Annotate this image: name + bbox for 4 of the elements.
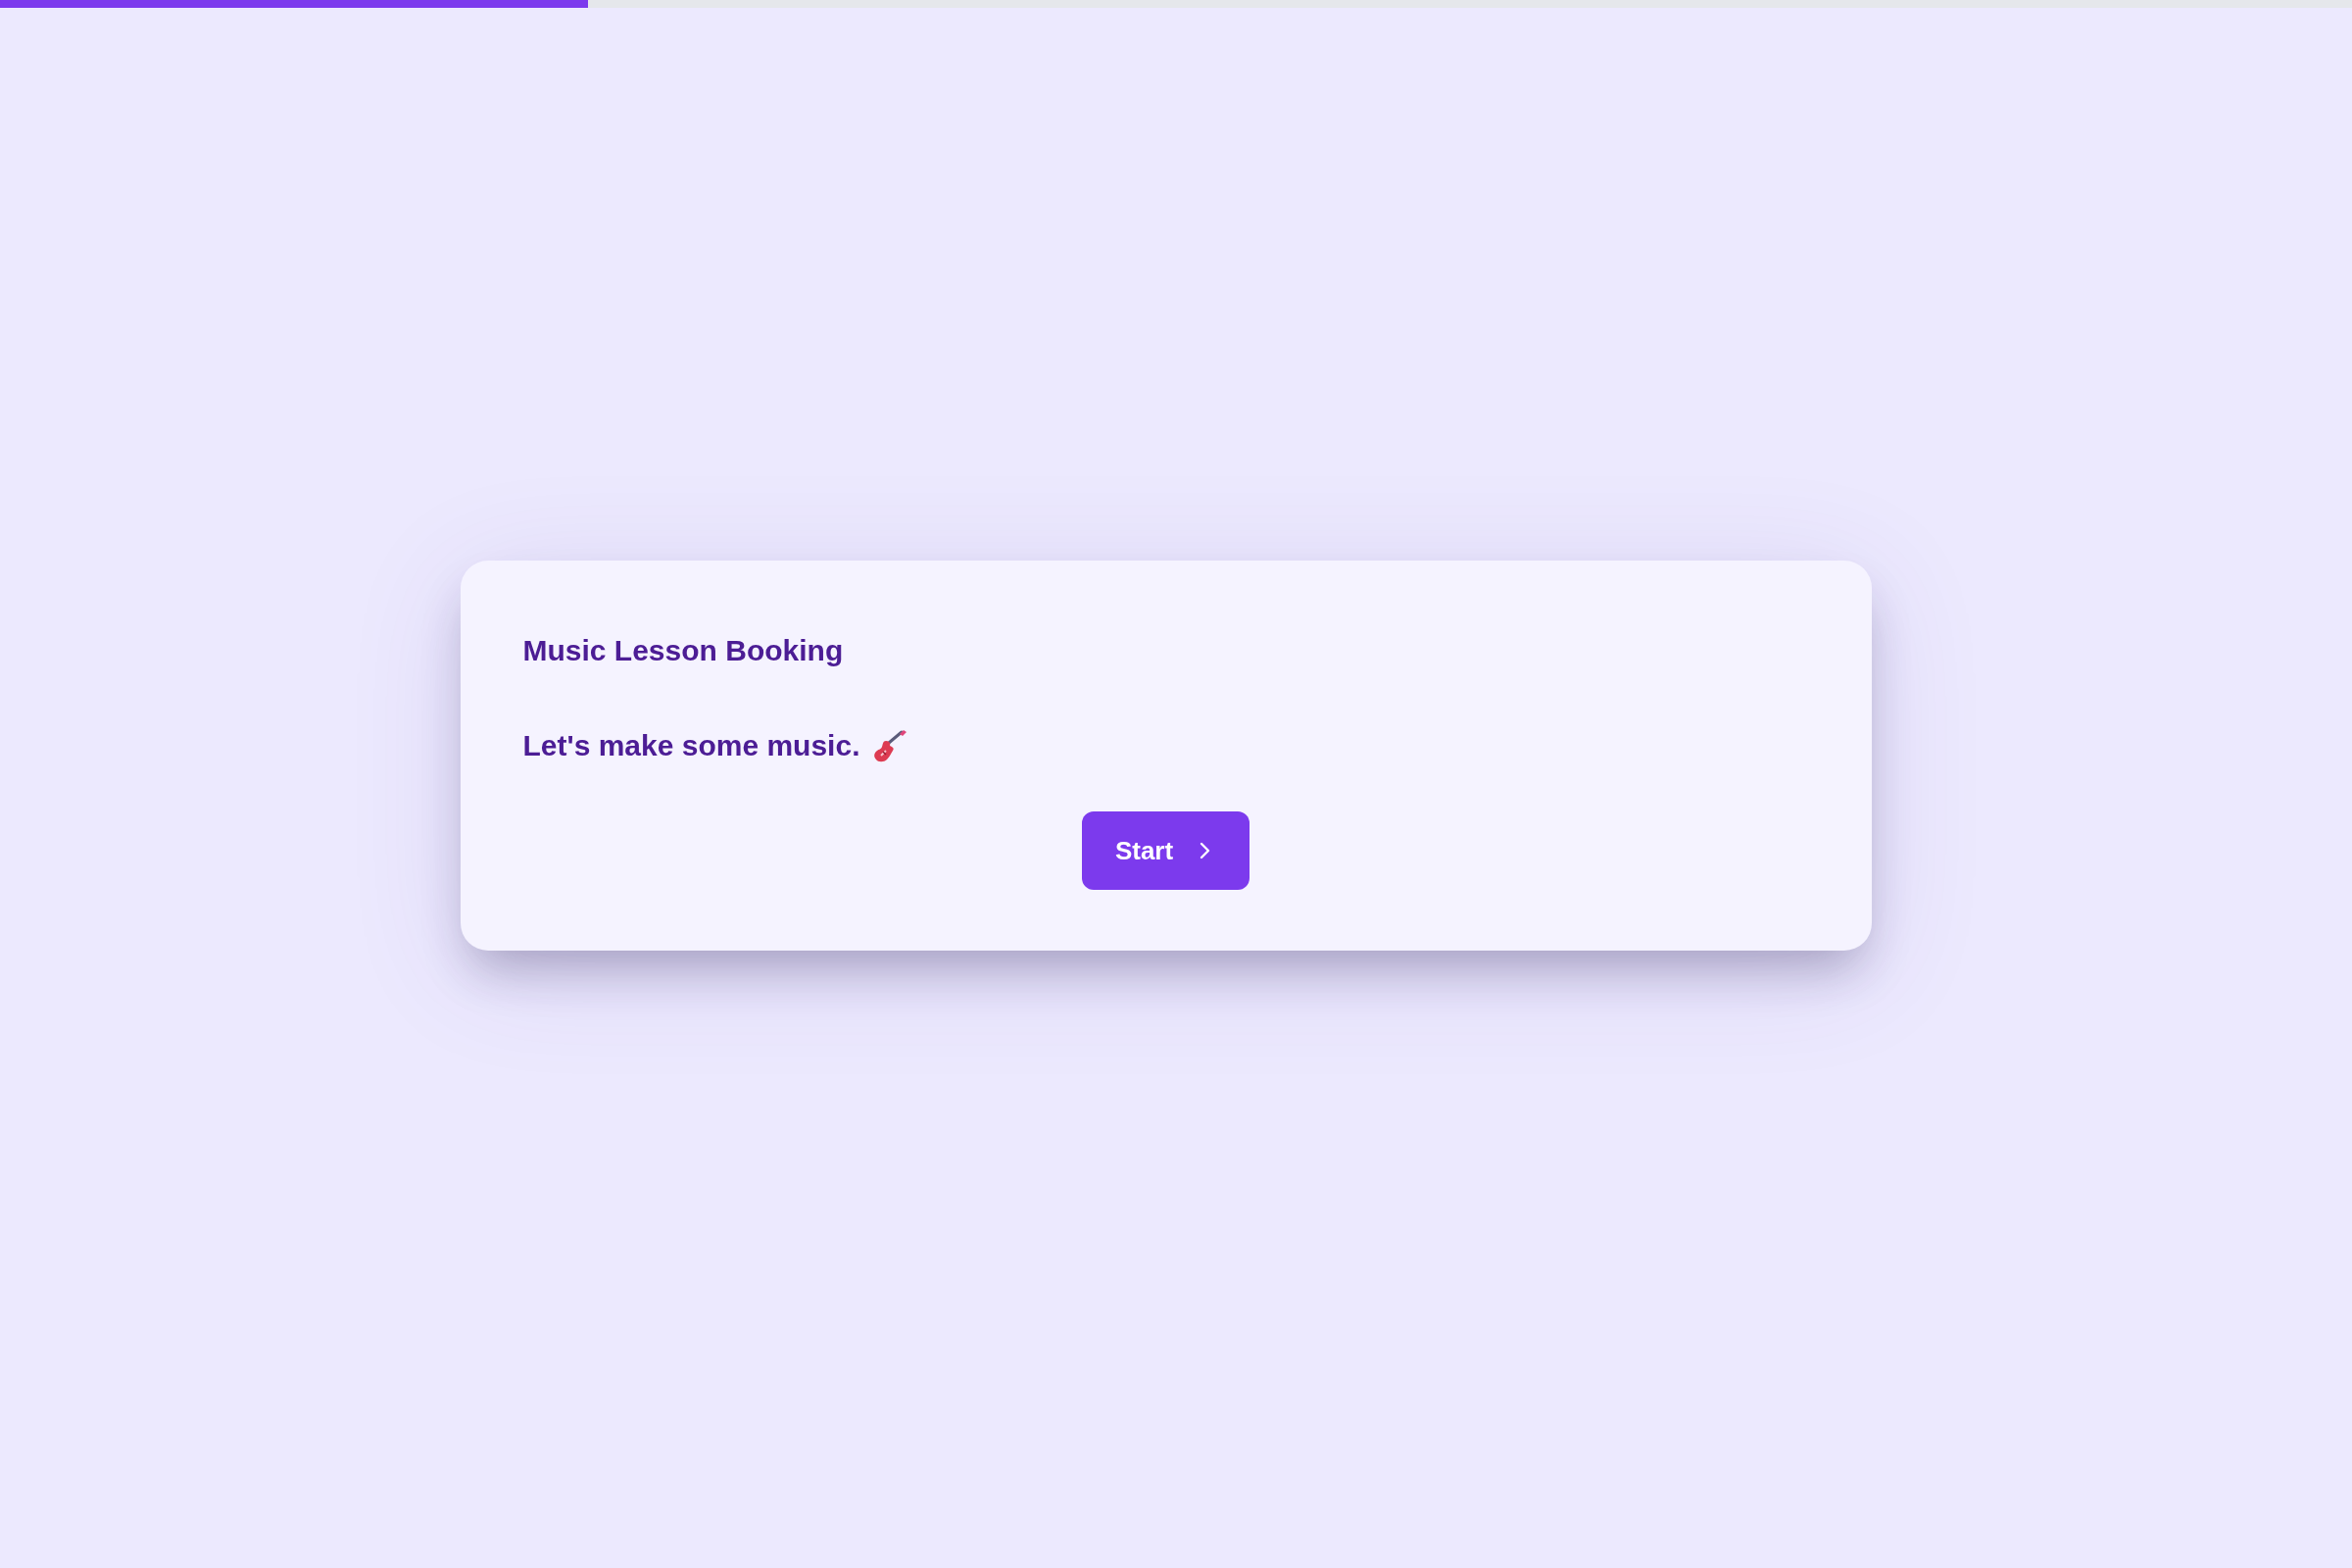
guitar-icon [873,728,907,762]
start-button[interactable]: Start [1081,811,1250,890]
card-subtitle: Let's make some music. [522,728,860,763]
card-title: Music Lesson Booking [522,633,845,668]
